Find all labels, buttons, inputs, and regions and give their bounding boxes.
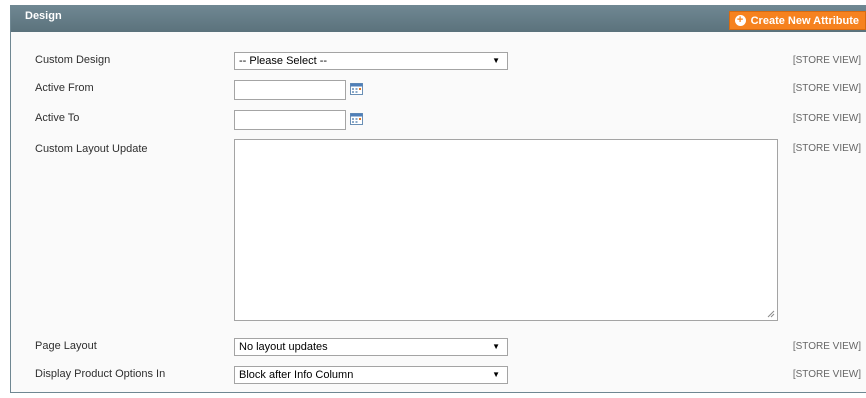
custom-layout-update-label: Custom Layout Update — [35, 143, 148, 155]
active-from-input[interactable] — [234, 80, 346, 100]
display-product-options-label: Display Product Options In — [35, 368, 166, 380]
resize-grip-icon[interactable] — [767, 310, 775, 318]
page-layout-select[interactable]: No layout updates ▼ — [234, 338, 508, 356]
display-product-options-select[interactable]: Block after Info Column ▼ — [234, 366, 508, 384]
page-layout-value: No layout updates — [239, 341, 328, 353]
chevron-down-icon: ▼ — [492, 56, 500, 65]
panel-title: Design — [25, 10, 62, 22]
calendar-icon[interactable] — [350, 83, 363, 95]
create-new-attribute-button[interactable]: + Create New Attribute — [728, 11, 866, 30]
plus-icon: + — [734, 15, 746, 26]
scope-label: [STORE VIEW] — [792, 55, 861, 66]
custom-design-value: -- Please Select -- — [239, 55, 328, 67]
active-to-input[interactable] — [234, 110, 346, 130]
page-layout-label: Page Layout — [35, 340, 97, 352]
custom-layout-update-textarea[interactable] — [234, 139, 778, 321]
chevron-down-icon: ▼ — [492, 370, 500, 379]
active-from-label: Active From — [35, 82, 94, 94]
scope-label: [STORE VIEW] — [792, 369, 861, 380]
scope-label: [STORE VIEW] — [792, 143, 861, 154]
display-product-options-value: Block after Info Column — [239, 369, 354, 381]
scope-label: [STORE VIEW] — [792, 113, 861, 124]
create-button-label: Create New Attribute — [750, 14, 859, 27]
scope-label: [STORE VIEW] — [792, 83, 861, 94]
calendar-icon[interactable] — [350, 113, 363, 125]
custom-design-select[interactable]: -- Please Select -- ▼ — [234, 52, 508, 70]
scope-label: [STORE VIEW] — [792, 341, 861, 352]
active-to-label: Active To — [35, 112, 80, 124]
chevron-down-icon: ▼ — [492, 342, 500, 351]
panel-header: Design + Create New Attribute — [11, 6, 866, 32]
design-panel: Design + Create New Attribute Custom Des… — [10, 5, 866, 393]
custom-design-label: Custom Design — [35, 54, 111, 66]
